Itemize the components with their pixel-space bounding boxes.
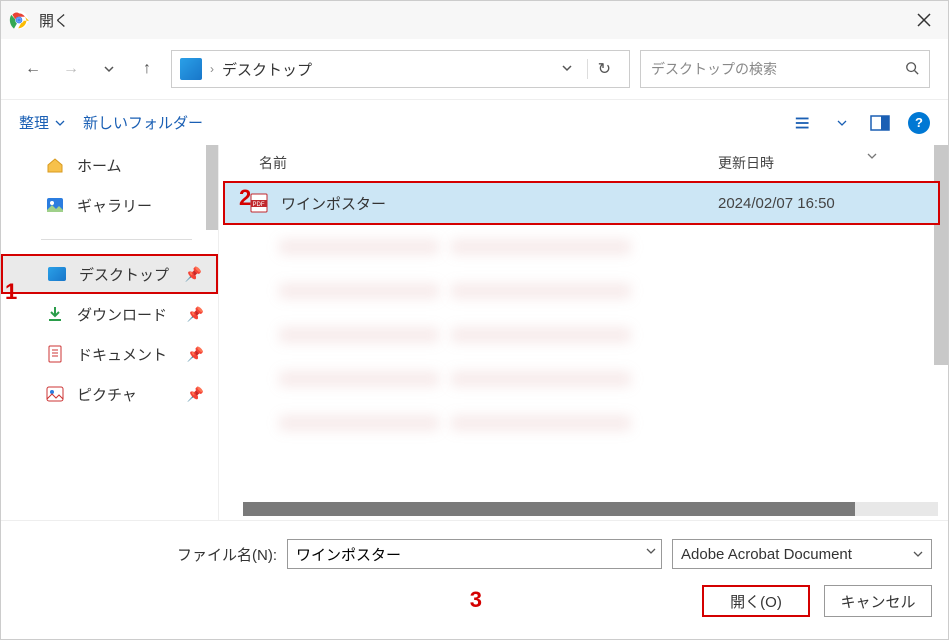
breadcrumb-location[interactable]: デスクトップ [222, 59, 312, 80]
toolbar: 整理 新しいフォルダー ? [1, 99, 948, 145]
pin-icon: 📌 [187, 306, 204, 323]
recent-locations-button[interactable] [95, 55, 123, 83]
file-row-selected[interactable]: PDF ワインポスター 2024/02/07 16:50 [223, 181, 940, 225]
annotation-3: 3 [470, 587, 482, 619]
search-input[interactable] [651, 61, 905, 77]
search-icon[interactable] [905, 61, 919, 78]
refresh-button[interactable]: ↻ [587, 59, 621, 79]
file-date: 2024/02/07 16:50 [718, 195, 938, 212]
new-folder-label: 新しいフォルダー [83, 112, 203, 133]
file-row-redacted[interactable] [223, 357, 940, 401]
column-headers: 名前 更新日時 [219, 145, 948, 181]
filename-input[interactable] [287, 539, 662, 569]
downloads-icon [45, 304, 65, 324]
file-name: ワインポスター [281, 193, 706, 214]
view-options-button[interactable] [794, 113, 814, 133]
close-button[interactable] [908, 4, 940, 36]
svg-text:PDF: PDF [253, 202, 265, 208]
pdf-icon [247, 325, 267, 345]
file-open-dialog: 開く ← → ↑ › デスクトップ ↻ 整理 新しいフォ [0, 0, 949, 640]
sidebar-item-label: ドキュメント [77, 344, 167, 365]
dialog-title: 開く [39, 10, 908, 31]
organize-label: 整理 [19, 112, 49, 133]
sidebar: ホーム ギャラリー デスクトップ 📌 ダウンロード 📌 ドキュメント 📌 [1, 145, 219, 520]
hscroll-thumb[interactable] [243, 502, 855, 516]
chevron-down-icon [913, 549, 923, 559]
filetype-label: Adobe Acrobat Document [681, 546, 852, 563]
chrome-icon [9, 10, 29, 30]
filename-dropdown-button[interactable] [646, 545, 656, 559]
main-area: 1 2 ホーム ギャラリー デスクトップ 📌 ダウンロード 📌 [1, 145, 948, 520]
home-icon [45, 155, 65, 175]
pin-icon: 📌 [187, 346, 204, 363]
pdf-icon: PDF [249, 193, 269, 213]
sidebar-item-home[interactable]: ホーム [1, 145, 218, 185]
open-button[interactable]: 開く(O) [702, 585, 810, 617]
chevron-right-icon: › [210, 62, 214, 76]
pdf-icon [247, 413, 267, 433]
pin-icon: 📌 [185, 266, 202, 283]
footer: ファイル名(N): Adobe Acrobat Document 3 開く(O)… [1, 520, 948, 639]
sidebar-item-label: デスクトップ [79, 264, 169, 285]
column-date[interactable]: 更新日時 [718, 153, 948, 173]
preview-pane-button[interactable] [870, 113, 890, 133]
sidebar-item-label: ホーム [77, 155, 122, 176]
sidebar-item-label: ピクチャ [77, 384, 137, 405]
sidebar-item-gallery[interactable]: ギャラリー [1, 185, 218, 225]
forward-button[interactable]: → [57, 55, 85, 83]
help-button[interactable]: ? [908, 112, 930, 134]
filename-label: ファイル名(N): [17, 544, 277, 565]
new-folder-button[interactable]: 新しいフォルダー [83, 112, 203, 133]
view-dropdown-button[interactable] [832, 113, 852, 133]
address-dropdown-button[interactable] [555, 61, 579, 77]
pdf-icon [247, 369, 267, 389]
sidebar-item-pictures[interactable]: ピクチャ 📌 [1, 374, 218, 414]
sidebar-item-documents[interactable]: ドキュメント 📌 [1, 334, 218, 374]
filelist-hscrollbar[interactable] [243, 502, 938, 516]
navigation-bar: ← → ↑ › デスクトップ ↻ [1, 39, 948, 99]
filetype-select[interactable]: Adobe Acrobat Document [672, 539, 932, 569]
file-list[interactable]: PDF ワインポスター 2024/02/07 16:50 [219, 181, 948, 502]
sidebar-item-desktop[interactable]: デスクトップ 📌 [1, 254, 218, 294]
file-list-area: 名前 更新日時 PDF ワインポスター 2024/02/07 16:50 [219, 145, 948, 520]
sidebar-separator [41, 239, 192, 240]
address-bar[interactable]: › デスクトップ ↻ [171, 50, 630, 88]
desktop-icon [47, 264, 67, 284]
back-button[interactable]: ← [19, 55, 47, 83]
up-button[interactable]: ↑ [133, 55, 161, 83]
sidebar-item-downloads[interactable]: ダウンロード 📌 [1, 294, 218, 334]
pdf-icon [247, 237, 267, 257]
pictures-icon [45, 384, 65, 404]
sidebar-item-label: ダウンロード [77, 304, 167, 325]
sidebar-item-label: ギャラリー [77, 195, 152, 216]
desktop-location-icon [180, 58, 202, 80]
pin-icon: 📌 [187, 386, 204, 403]
file-row-redacted[interactable] [223, 269, 940, 313]
sort-indicator-icon [866, 149, 878, 165]
pdf-icon [247, 281, 267, 301]
cancel-button[interactable]: キャンセル [824, 585, 932, 617]
file-row-redacted[interactable] [223, 401, 940, 445]
file-row-redacted[interactable] [223, 313, 940, 357]
file-row-redacted[interactable] [223, 225, 940, 269]
titlebar: 開く [1, 1, 948, 39]
search-box[interactable] [640, 50, 930, 88]
organize-menu[interactable]: 整理 [19, 112, 65, 133]
documents-icon [45, 344, 65, 364]
column-name[interactable]: 名前 [219, 153, 718, 173]
gallery-icon [45, 195, 65, 215]
